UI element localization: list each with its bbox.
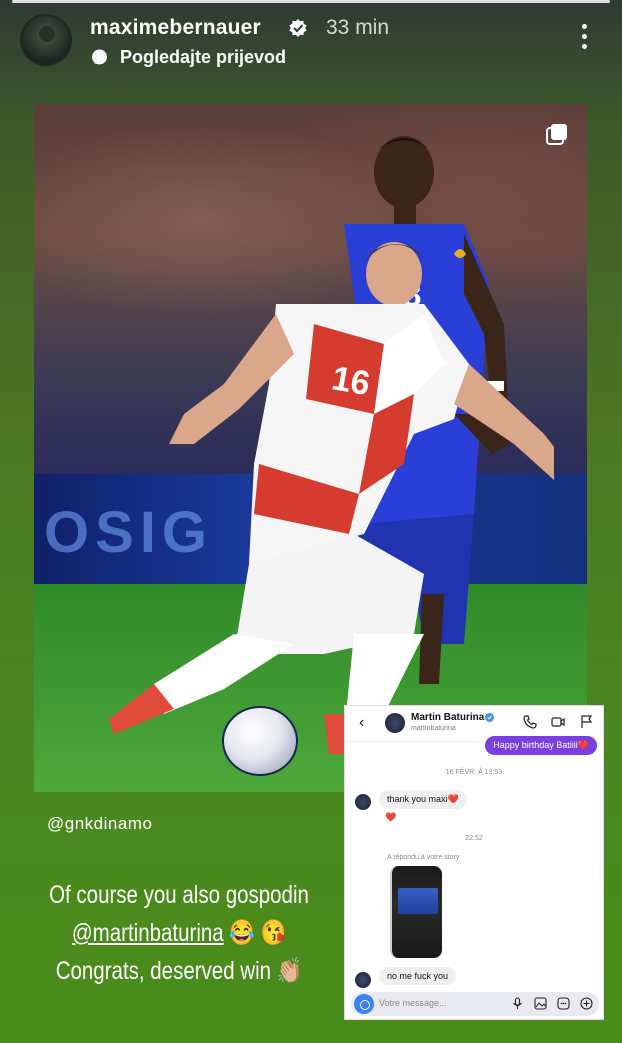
jersey-number-red: 16 (329, 359, 373, 403)
received-message-2: no me fuck you (379, 967, 457, 985)
story-photo: OSIG 8 16 (34, 104, 587, 792)
verified-badge-icon (289, 19, 307, 37)
story-progress-bar (12, 0, 610, 3)
back-arrow-icon[interactable]: ‹ (359, 714, 364, 732)
message-input[interactable]: Votre message... (351, 992, 599, 1016)
photo-mention-tag[interactable]: @gnkdinamo (47, 814, 152, 834)
dm-contact-name: Martin Baturina (411, 712, 485, 723)
sent-message: Happy birthday Batiiii❤️ (485, 736, 597, 755)
replied-label: A répondu à votre story (387, 854, 460, 861)
video-icon (551, 717, 565, 727)
gallery-icon[interactable] (534, 997, 547, 1010)
dm-verified-icon (485, 713, 494, 722)
caption-line-1: Of course you also gospodin (49, 881, 309, 909)
translate-icon[interactable] (91, 49, 108, 66)
reaction: ❤️ (385, 812, 397, 822)
flag-icon (581, 715, 593, 728)
camera-icon[interactable] (354, 994, 374, 1014)
caption-emojis: 😂 😘 (229, 919, 287, 947)
more-options-icon[interactable] (580, 24, 588, 54)
date-separator: 16 FÉVR. À 13:53 (445, 769, 503, 776)
football (222, 706, 298, 776)
caption-line-3: Congrats, deserved win 👏🏼 (55, 957, 303, 985)
carousel-icon (546, 124, 567, 145)
phone-icon (523, 715, 537, 729)
player-croatia: 16 (109, 242, 554, 754)
dm-contact-handle: martinbaturina (411, 725, 456, 732)
caption-mention[interactable]: @martinbaturina (72, 919, 224, 947)
username[interactable]: maximebernauer (90, 16, 261, 40)
dm-avatar (385, 713, 405, 733)
dm-avatar-small (355, 794, 371, 810)
story-header: maximebernauer 33 min Pogledajte prijevo… (20, 14, 602, 70)
story-caption: Of course you also gospodin @martinbatur… (49, 876, 310, 990)
message-placeholder: Votre message... (379, 998, 447, 1008)
time-separator: 22:52 (465, 835, 483, 842)
microphone-icon[interactable] (511, 997, 524, 1010)
dm-avatar-small (355, 972, 371, 988)
translate-link[interactable]: Pogledajte prijevod (120, 47, 286, 68)
received-message-1: thank you maxi❤️ (379, 790, 467, 809)
sticker-icon[interactable] (557, 997, 570, 1010)
dm-screenshot: ‹ Martin Baturina martinbaturina Happy b… (344, 705, 604, 1020)
plus-icon[interactable] (580, 997, 593, 1010)
avatar[interactable] (20, 14, 72, 66)
story-time: 33 min (326, 16, 390, 39)
story-reply-thumbnail[interactable] (390, 866, 442, 958)
